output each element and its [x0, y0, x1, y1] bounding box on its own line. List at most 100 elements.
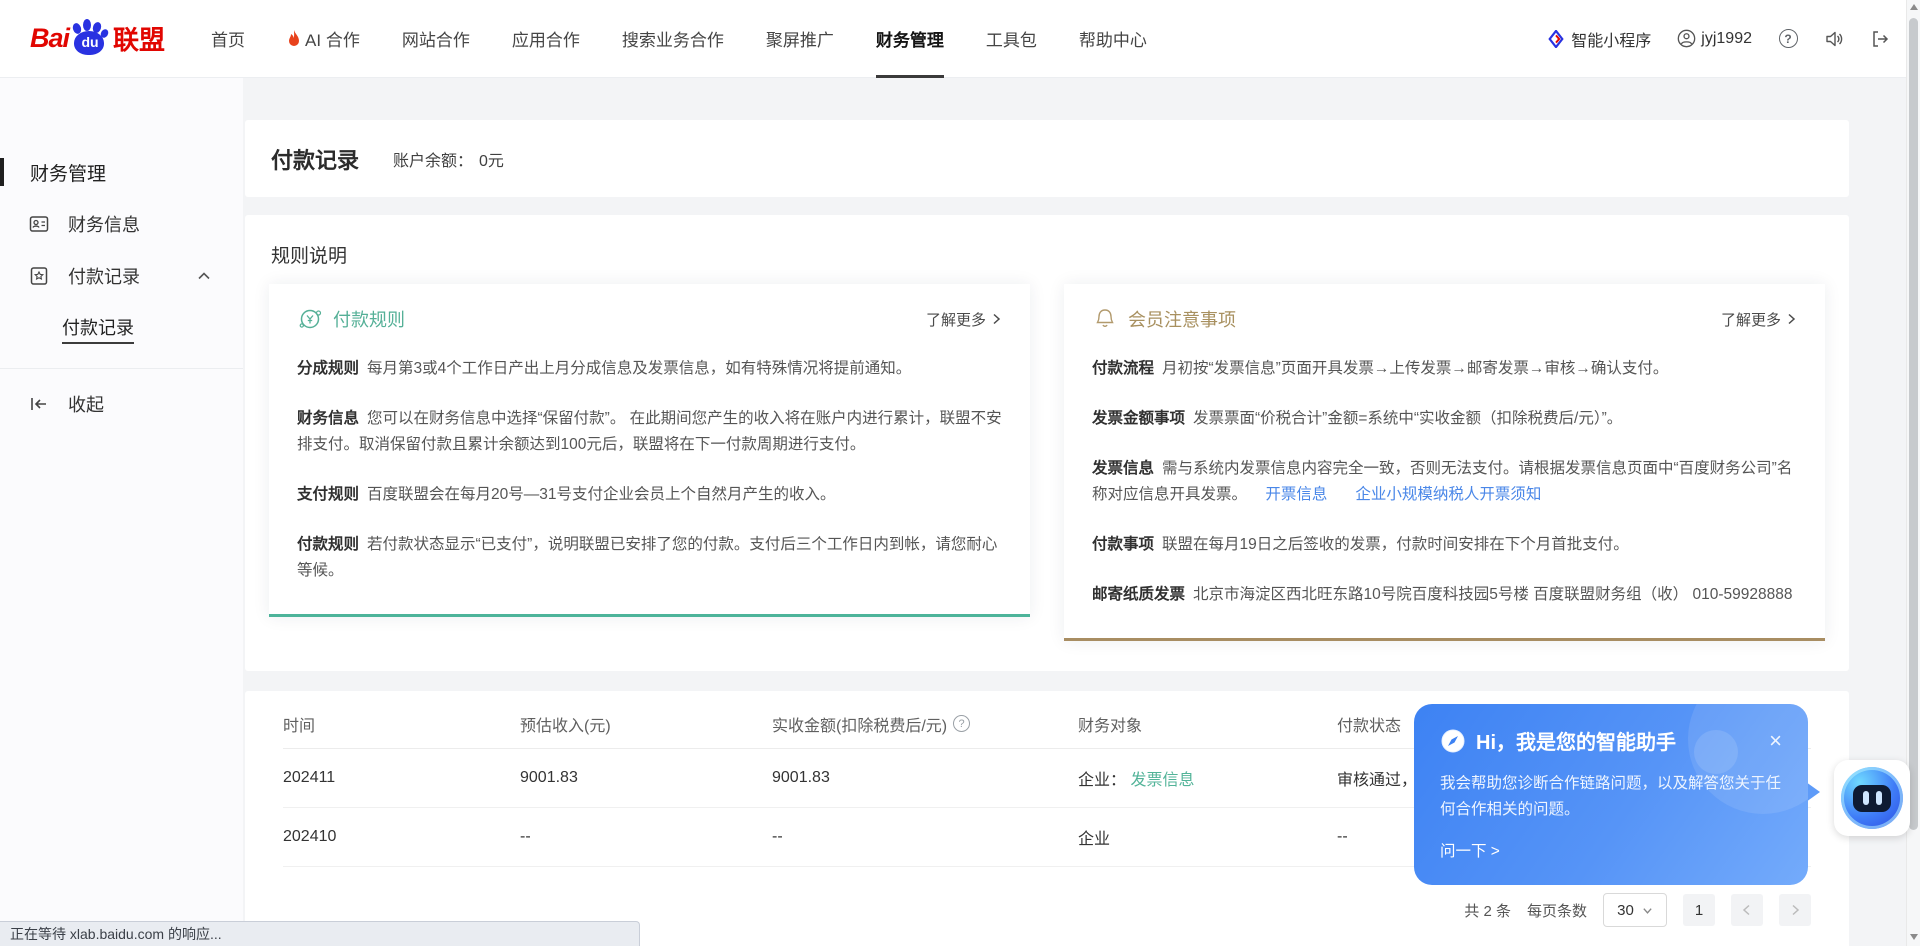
help-icon: ? [1779, 29, 1798, 48]
rule-paragraph: 付款规则若付款状态显示“已支付”，说明联盟已安排了您的付款。支付后三个工作日内到… [297, 532, 1002, 584]
nav-item-finance[interactable]: 财务管理 [876, 0, 944, 78]
balance-label: 账户余额： [393, 153, 473, 170]
rule-paragraph: 分成规则每月第3或4个工作日产出上月分成信息及发票信息，如有特殊情况将提前通知。 [297, 356, 1002, 382]
navbar-right: 智能小程序 jyj1992 ? [1547, 27, 1890, 51]
prev-page-button[interactable] [1731, 894, 1763, 926]
rule-paragraph: 邮寄纸质发票北京市海淀区西北旺东路10号院百度科技园5号楼 百度联盟财务组（收）… [1092, 582, 1797, 608]
nav-item-toolkit[interactable]: 工具包 [986, 0, 1037, 78]
main-nav: 首页 AI 合作 网站合作 应用合作 搜索业务合作 聚屏推广 财务管理 工具包 … [211, 0, 1147, 78]
help-circle-icon[interactable]: ? [953, 715, 970, 732]
chevron-up-icon [196, 268, 212, 284]
sidebar-collapse-button[interactable]: 收起 [0, 387, 243, 421]
speaker-icon [1824, 29, 1844, 49]
balance-value: 0元 [479, 153, 504, 170]
sidebar-item-payment-records[interactable]: 付款记录 [0, 260, 243, 292]
cell-estimated: 9001.83 [520, 769, 772, 787]
cell-received: -- [772, 828, 1078, 846]
member-notes-more-link[interactable]: 了解更多 [1721, 309, 1797, 330]
user-account[interactable]: jyj1992 [1677, 29, 1752, 48]
mini-program-icon [1547, 30, 1565, 48]
robot-avatar [1841, 767, 1903, 829]
sound-button[interactable] [1824, 29, 1844, 49]
baidu-paw-icon: du [71, 19, 111, 59]
user-icon [1677, 29, 1696, 48]
rule-paragraph: 发票信息需与系统内发票信息内容完全一致，否则无法支付。请根据发票信息页面中“百度… [1092, 456, 1797, 508]
sidebar-subitem-payment-records[interactable]: 付款记录 [62, 312, 134, 344]
flame-icon [287, 30, 301, 48]
id-card-icon [28, 213, 50, 235]
scroll-up-arrow-icon[interactable] [1910, 4, 1918, 10]
caret-down-icon [1642, 905, 1653, 916]
compass-icon [1440, 728, 1466, 754]
page-header-card: 付款记录 账户余额：0元 [245, 120, 1849, 197]
baidu-union-logo[interactable]: Bai du 联盟 [30, 19, 165, 59]
sidebar-group-finance[interactable]: 财务管理 [0, 156, 243, 188]
rule-paragraph: 发票金额事项发票票面“价税合计”金额=系统中“实收金额（扣除税费后/元）”。 [1092, 406, 1797, 432]
sidebar: 财务管理 财务信息 付款记录 付款记录 收起 [0, 78, 243, 946]
chevron-right-icon [1789, 904, 1801, 916]
top-navbar: Bai du 联盟 首页 AI 合作 网站合作 应用合作 搜索业务合作 聚屏推广… [0, 0, 1920, 78]
logo-text-du: du [78, 34, 102, 50]
small-taxpayer-notice-link[interactable]: 企业小规模纳税人开票须知 [1355, 486, 1541, 503]
nav-item-ai[interactable]: AI 合作 [287, 0, 360, 78]
invoice-details-link[interactable]: 发票信息 [1130, 772, 1194, 789]
rule-paragraph: 付款事项联盟在每月19日之后签收的发票，付款时间安排在下个月首批支付。 [1092, 532, 1797, 558]
page-number-button[interactable]: 1 [1683, 894, 1715, 926]
chevron-right-icon [1785, 313, 1797, 325]
sidebar-item-finance-info[interactable]: 财务信息 [0, 208, 243, 240]
col-time: 时间 [283, 712, 520, 736]
mini-program-entry[interactable]: 智能小程序 [1547, 27, 1651, 51]
rule-paragraph: 支付规则百度联盟会在每月20号—31号支付企业会员上个自然月产生的收入。 [297, 482, 1002, 508]
col-received-amount: 实收金额(扣除税费后/元) ? [772, 712, 1078, 736]
per-page-label: 每页条数 [1527, 900, 1587, 921]
rules-section: 规则说明 付款规则 了解更多 分成规则每月第3 [245, 215, 1849, 671]
assistant-robot-button[interactable] [1834, 760, 1910, 836]
payment-rules-more-link[interactable]: 了解更多 [926, 309, 1002, 330]
ask-now-link[interactable]: 问一下 > [1440, 839, 1782, 861]
coin-icon [297, 306, 323, 332]
logo-text-union: 联盟 [113, 20, 165, 57]
cell-estimated: -- [520, 828, 772, 846]
chevron-right-icon [990, 313, 1002, 325]
nav-item-home[interactable]: 首页 [211, 0, 245, 78]
scroll-down-arrow-icon[interactable] [1910, 934, 1918, 940]
logout-button[interactable] [1870, 29, 1890, 49]
invoice-info-link[interactable]: 开票信息 [1265, 486, 1327, 503]
cell-entity: 企业 [1078, 825, 1337, 849]
status-text: 正在等待 xlab.baidu.com 的响应... [10, 924, 222, 944]
scrollbar-thumb[interactable] [1909, 18, 1918, 830]
rules-section-title: 规则说明 [271, 241, 1825, 268]
member-notes-title: 会员注意事项 [1128, 306, 1236, 332]
help-button[interactable]: ? [1778, 29, 1798, 49]
col-finance-entity: 财务对象 [1078, 712, 1337, 736]
cell-time: 202411 [283, 769, 520, 787]
total-count: 共 2 条 [1464, 900, 1511, 921]
sidebar-divider [0, 368, 243, 369]
per-page-select[interactable]: 30 [1603, 893, 1667, 927]
member-notes-card: 会员注意事项 了解更多 付款流程月初按“发票信息”页面开具发票→上传发票→邮寄发… [1064, 284, 1825, 641]
account-balance: 账户余额： 0元 [393, 147, 504, 171]
cell-time: 202410 [283, 828, 520, 846]
assistant-message: 我会帮助您诊断合作链路问题，以及解答您关于任何合作相关的问题。 [1440, 771, 1782, 823]
browser-status-bar: 正在等待 xlab.baidu.com 的响应... [0, 921, 640, 946]
bell-icon [1092, 306, 1118, 332]
logout-icon [1870, 29, 1890, 49]
payment-rules-card: 付款规则 了解更多 分成规则每月第3或4个工作日产出上月分成信息及发票信息，如有… [269, 284, 1030, 617]
nav-item-search-biz[interactable]: 搜索业务合作 [622, 0, 724, 78]
nav-item-help-center[interactable]: 帮助中心 [1079, 0, 1147, 78]
robot-eye [1863, 791, 1869, 805]
cell-entity: 企业： 发票信息 [1078, 766, 1337, 790]
assistant-popup: Hi，我是您的智能助手 × 我会帮助您诊断合作链路问题，以及解答您关于任何合作相… [1414, 704, 1808, 885]
assistant-title: Hi，我是您的智能助手 [1476, 726, 1676, 755]
nav-item-app[interactable]: 应用合作 [512, 0, 580, 78]
col-estimated-income: 预估收入(元) [520, 712, 772, 736]
next-page-button[interactable] [1779, 894, 1811, 926]
cell-received: 9001.83 [772, 769, 1078, 787]
rule-paragraph: 财务信息您可以在财务信息中选择“保留付款”。 在此期间您产生的收入将在账户内进行… [297, 406, 1002, 458]
nav-item-website[interactable]: 网站合作 [402, 0, 470, 78]
payment-rules-title: 付款规则 [333, 306, 405, 332]
nav-item-juping[interactable]: 聚屏推广 [766, 0, 834, 78]
close-icon[interactable]: × [1769, 731, 1782, 751]
badge-icon [28, 265, 50, 287]
chevron-left-icon [1741, 904, 1753, 916]
